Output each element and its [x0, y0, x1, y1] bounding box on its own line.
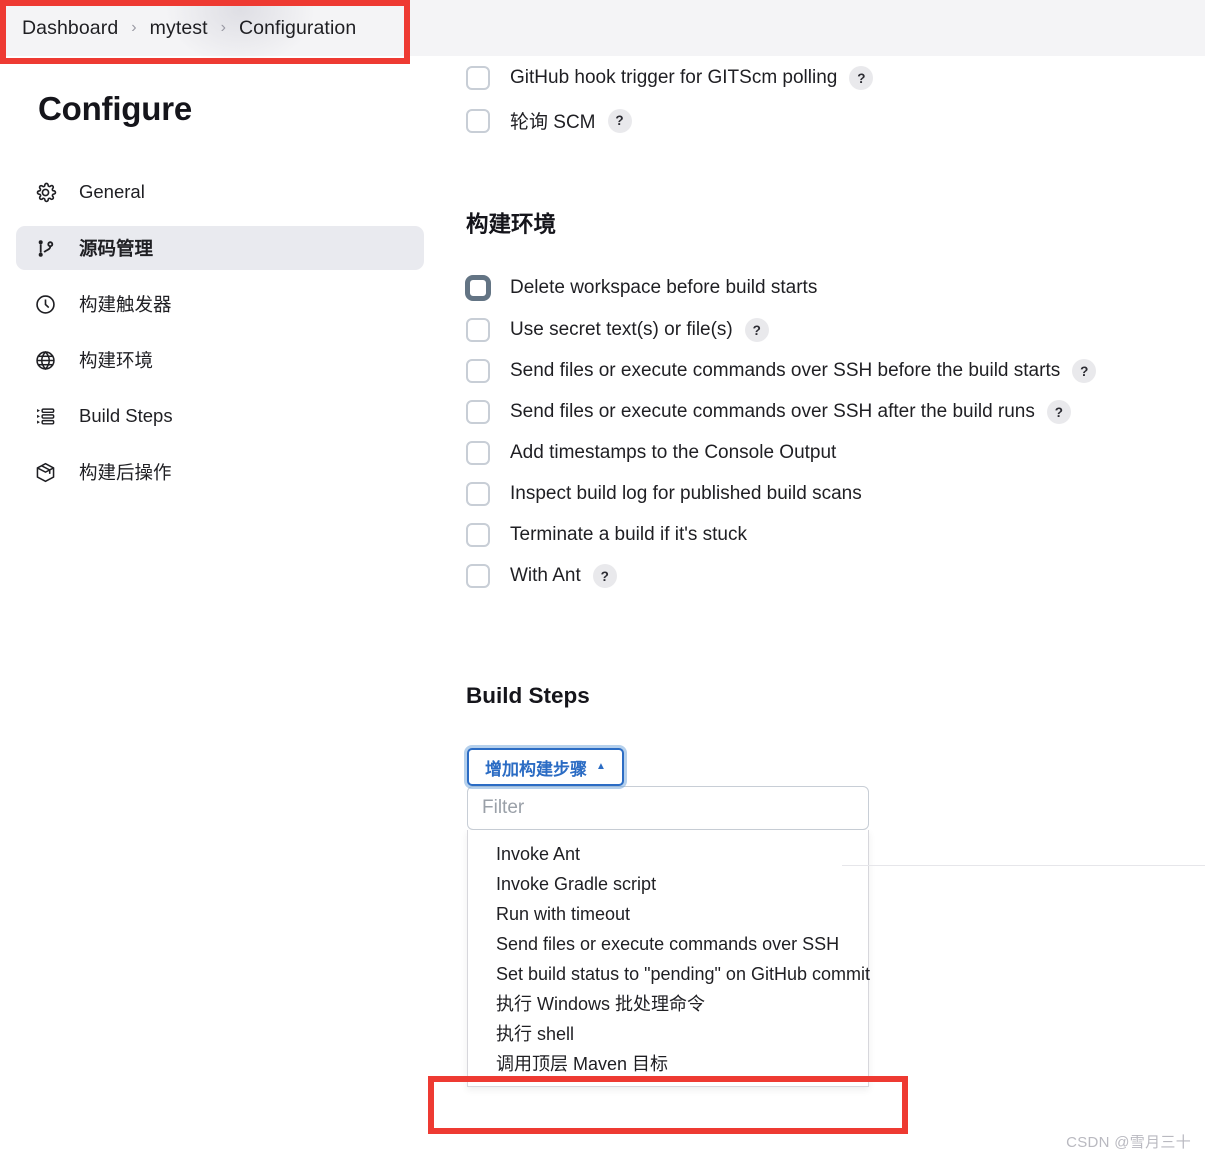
build-environment-group: Delete workspace before build starts Use…	[440, 275, 1205, 588]
checkbox-row-with-ant[interactable]: With Ant ?	[440, 564, 1205, 588]
sidebar-item-build-steps[interactable]: Build Steps	[16, 394, 424, 438]
checkbox-inspect-build-log[interactable]	[466, 482, 490, 506]
watermark: CSDN @雪月三十	[1066, 1134, 1191, 1151]
checkbox-label: Send files or execute commands over SSH …	[510, 401, 1035, 422]
menu-item-execute-shell[interactable]: 执行 shell	[468, 1019, 868, 1049]
checkbox-row-github-hook-trigger[interactable]: GitHub hook trigger for GITScm polling ?	[440, 66, 1205, 90]
filter-input[interactable]	[467, 786, 869, 830]
page-title: Configure	[38, 90, 193, 127]
section-heading-build-steps: Build Steps	[466, 683, 590, 708]
checkbox-label: Inspect build log for published build sc…	[510, 483, 862, 504]
sidebar-item-label: Build Steps	[79, 405, 173, 426]
sidebar-item-source-code-management[interactable]: 源码管理	[16, 226, 424, 270]
section-heading-build-environment: 构建环境	[466, 212, 557, 237]
add-build-step-button[interactable]: 增加构建步骤 ▲	[467, 748, 624, 786]
checkbox-with-ant[interactable]	[466, 564, 490, 588]
help-icon[interactable]: ?	[592, 564, 617, 588]
globe-icon	[32, 347, 58, 373]
menu-item-invoke-ant[interactable]: Invoke Ant	[468, 839, 868, 869]
checkbox-delete-workspace[interactable]	[465, 275, 491, 301]
package-icon	[32, 459, 58, 485]
checkbox-row-ssh-after-build[interactable]: Send files or execute commands over SSH …	[440, 400, 1205, 424]
sidebar-nav: General 源码管理 构建触发器 构建环境 Build Steps 构建后操…	[16, 170, 424, 494]
checkbox-row-inspect-build-log[interactable]: Inspect build log for published build sc…	[440, 482, 1205, 506]
checkbox-row-delete-workspace[interactable]: Delete workspace before build starts	[440, 275, 1205, 301]
checkbox-label: Send files or execute commands over SSH …	[510, 360, 1061, 381]
checkbox-label: Add timestamps to the Console Output	[510, 442, 837, 463]
breadcrumb-item-dashboard[interactable]: Dashboard	[22, 17, 118, 40]
checkbox-add-timestamps[interactable]	[466, 441, 490, 465]
breadcrumb-item-mytest[interactable]: mytest	[150, 17, 208, 40]
menu-item-execute-windows-batch[interactable]: 执行 Windows 批处理命令	[468, 989, 868, 1019]
help-icon[interactable]: ?	[744, 318, 769, 342]
checkbox-row-add-timestamps[interactable]: Add timestamps to the Console Output	[440, 441, 1205, 465]
gear-icon	[32, 179, 58, 205]
checkbox-label: Use secret text(s) or file(s)	[510, 319, 733, 340]
checkbox-label: Terminate a build if it's stuck	[510, 524, 747, 545]
breadcrumb-item-configuration[interactable]: Configuration	[239, 17, 356, 40]
sidebar-item-post-build-actions[interactable]: 构建后操作	[16, 450, 424, 494]
menu-item-send-files-over-ssh[interactable]: Send files or execute commands over SSH	[468, 929, 868, 959]
sidebar-item-build-environment[interactable]: 构建环境	[16, 338, 424, 382]
breadcrumb-separator-icon: ›	[131, 19, 137, 36]
add-build-step-label: 增加构建步骤	[485, 759, 587, 779]
clock-icon	[32, 291, 58, 317]
git-branch-icon	[32, 235, 58, 261]
checkbox-row-use-secret-text[interactable]: Use secret text(s) or file(s) ?	[440, 318, 1205, 342]
content-divider	[842, 865, 1205, 866]
checkbox-row-poll-scm[interactable]: 轮询 SCM ?	[440, 107, 1205, 134]
build-steps-group: 增加构建步骤 ▲ Invoke Ant Invoke Gradle script…	[440, 748, 1205, 1087]
checkbox-label: With Ant	[510, 565, 581, 586]
sidebar-item-label: 构建触发器	[79, 294, 172, 315]
checkbox-use-secret-text[interactable]	[466, 318, 490, 342]
breadcrumb-separator-icon: ›	[220, 19, 226, 36]
checkbox-ssh-before-build[interactable]	[466, 359, 490, 383]
add-build-step-menu: Invoke Ant Invoke Gradle script Run with…	[467, 830, 870, 1087]
checkbox-label: Delete workspace before build starts	[510, 277, 818, 298]
checkbox-poll-scm[interactable]	[466, 108, 490, 133]
help-icon[interactable]: ?	[1072, 359, 1097, 383]
list-steps-icon	[32, 403, 58, 429]
checkbox-github-hook-trigger[interactable]	[466, 66, 490, 90]
sidebar-item-general[interactable]: General	[16, 170, 424, 214]
sidebar: Configure General 源码管理 构建触发器 构建环境 Build …	[0, 56, 440, 1163]
breadcrumb: Dashboard › mytest › Configuration	[0, 0, 1205, 66]
build-triggers-group: GitHub hook trigger for GITScm polling ?…	[440, 56, 1205, 134]
sidebar-item-label: 构建后操作	[79, 462, 172, 483]
sidebar-item-build-triggers[interactable]: 构建触发器	[16, 282, 424, 326]
menu-item-run-with-timeout[interactable]: Run with timeout	[468, 899, 868, 929]
sidebar-item-label: General	[79, 181, 145, 202]
checkbox-ssh-after-build[interactable]	[466, 400, 490, 424]
checkbox-terminate-stuck-build[interactable]	[466, 523, 490, 547]
sidebar-item-label: 构建环境	[79, 350, 154, 371]
menu-item-invoke-top-level-maven[interactable]: 调用顶层 Maven 目标	[468, 1049, 868, 1079]
main-content: GitHub hook trigger for GITScm polling ?…	[440, 56, 1205, 1163]
checkbox-row-terminate-stuck-build[interactable]: Terminate a build if it's stuck	[440, 523, 1205, 547]
checkbox-label: GitHub hook trigger for GITScm polling	[510, 67, 838, 88]
help-icon[interactable]: ?	[607, 108, 632, 133]
checkbox-row-ssh-before-build[interactable]: Send files or execute commands over SSH …	[440, 359, 1205, 383]
checkbox-label: 轮询 SCM	[510, 112, 596, 133]
menu-item-invoke-gradle-script[interactable]: Invoke Gradle script	[468, 869, 868, 899]
menu-item-set-build-status[interactable]: Set build status to "pending" on GitHub …	[468, 959, 870, 989]
help-icon[interactable]: ?	[849, 66, 874, 90]
help-icon[interactable]: ?	[1046, 400, 1071, 424]
chevron-up-icon: ▲	[596, 761, 606, 772]
sidebar-item-label: 源码管理	[79, 238, 154, 259]
